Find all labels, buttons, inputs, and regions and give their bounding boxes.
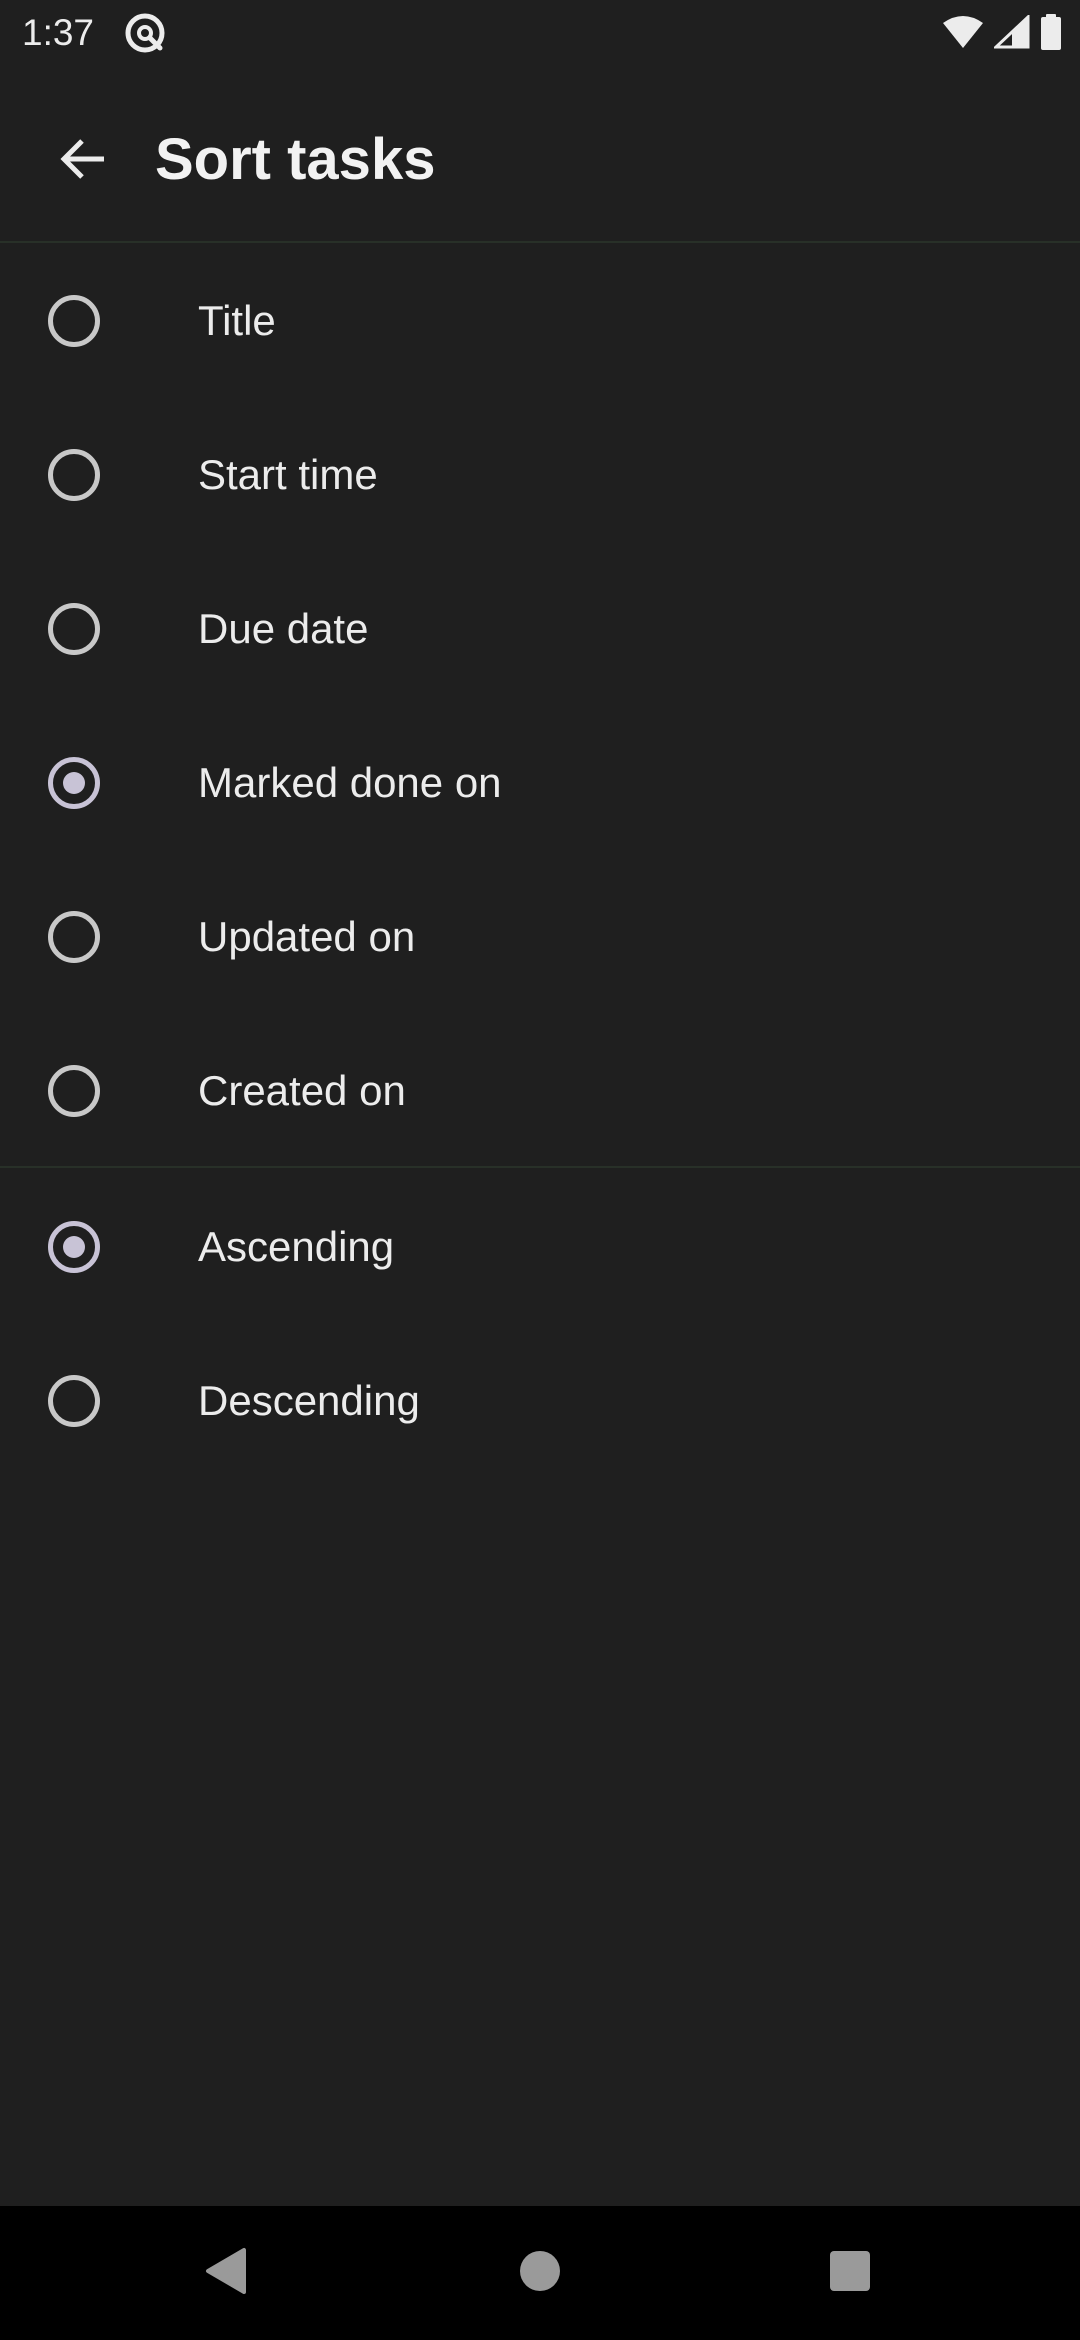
nav-home-button[interactable] — [473, 2206, 607, 2340]
wifi-icon — [942, 15, 984, 54]
status-time: 1:37 — [22, 12, 95, 53]
sort-by-group: Title Start time Due date Marked done on… — [0, 244, 1080, 1168]
nav-recents-button[interactable] — [783, 2206, 917, 2340]
radio-label: Updated on — [198, 913, 416, 960]
system-nav-bar — [0, 2206, 1080, 2340]
at-sign-badge-icon — [124, 12, 166, 54]
page-title: Sort tasks — [155, 127, 436, 192]
status-icons — [942, 13, 1062, 55]
sort-order-ascending[interactable]: Ascending — [0, 1170, 1080, 1324]
recents-square-icon — [829, 2250, 871, 2297]
radio-button[interactable] — [48, 1065, 100, 1117]
radio-button[interactable] — [48, 295, 100, 347]
radio-label: Due date — [198, 605, 369, 652]
sort-option-start-time[interactable]: Start time — [0, 398, 1080, 552]
nav-back-button[interactable] — [158, 2206, 292, 2340]
radio-button[interactable] — [48, 911, 100, 963]
divider — [0, 1166, 1080, 1168]
sort-option-marked-done-on[interactable]: Marked done on — [0, 706, 1080, 860]
radio-button[interactable] — [48, 603, 100, 655]
radio-button[interactable] — [48, 1375, 100, 1427]
sort-option-due-date[interactable]: Due date — [0, 552, 1080, 706]
back-button[interactable] — [38, 116, 128, 206]
arrow-back-icon — [58, 134, 108, 189]
radio-label: Start time — [198, 451, 378, 498]
radio-button[interactable] — [48, 757, 100, 809]
status-bar: 1:37 — [0, 0, 1080, 66]
sort-option-created-on[interactable]: Created on — [0, 1014, 1080, 1168]
back-triangle-icon — [202, 2246, 248, 2301]
app-bar: Sort tasks — [0, 66, 1080, 242]
radio-button[interactable] — [48, 1221, 100, 1273]
radio-label: Title — [198, 297, 276, 344]
home-circle-icon — [518, 2249, 562, 2298]
sort-order-group: Ascending Descending — [0, 1170, 1080, 1478]
sort-order-descending[interactable]: Descending — [0, 1324, 1080, 1478]
battery-icon — [1040, 13, 1062, 55]
cell-signal-icon — [992, 13, 1030, 54]
divider — [0, 241, 1080, 243]
radio-button[interactable] — [48, 449, 100, 501]
sort-option-title[interactable]: Title — [0, 244, 1080, 398]
radio-label: Descending — [198, 1377, 420, 1424]
radio-label: Marked done on — [198, 759, 502, 806]
radio-label: Created on — [198, 1067, 406, 1114]
sort-option-updated-on[interactable]: Updated on — [0, 860, 1080, 1014]
radio-label: Ascending — [198, 1223, 395, 1270]
